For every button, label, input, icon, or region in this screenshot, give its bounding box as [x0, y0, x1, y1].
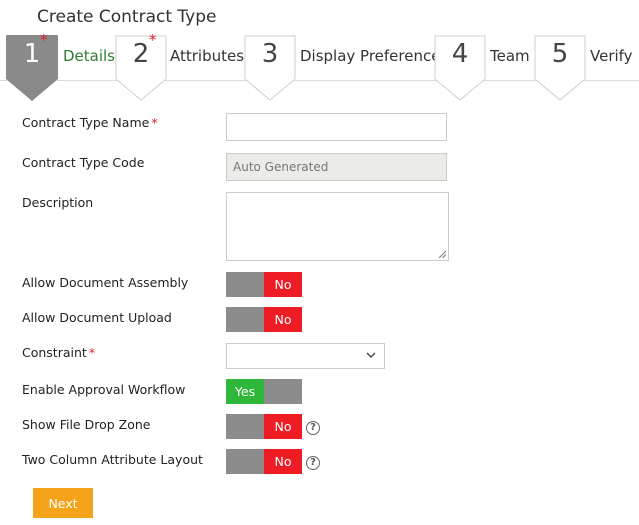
step-2-number: 2	[132, 39, 150, 69]
constraint-select[interactable]	[226, 343, 385, 369]
toggle-knob	[226, 449, 264, 474]
wizard-steps: 1 * Details 2 * Attributes 3 Display Pre…	[0, 31, 639, 103]
toggle-knob	[226, 307, 264, 332]
toggle-state: No	[264, 307, 302, 332]
toggle-knob	[226, 414, 264, 439]
allow-document-assembly-toggle[interactable]: No	[226, 272, 302, 297]
contract-type-code-field: Auto Generated	[226, 153, 447, 181]
contract-type-code-label: Contract Type Code	[22, 155, 145, 170]
step-4-label[interactable]: Team	[490, 47, 530, 65]
enable-approval-workflow-label: Enable Approval Workflow	[22, 382, 186, 397]
contract-type-name-label: Contract Type Name *	[22, 115, 158, 130]
two-column-attribute-layout-toggle[interactable]: No	[226, 449, 302, 474]
step-2-required-mark: *	[149, 31, 157, 49]
resize-grip-icon[interactable]	[439, 251, 446, 258]
step-1-label[interactable]: Details	[63, 47, 115, 65]
step-3-badge[interactable]: 3	[244, 35, 296, 101]
toggle-knob	[264, 379, 302, 404]
toggle-state: No	[264, 272, 302, 297]
toggle-state: No	[264, 414, 302, 439]
show-file-drop-zone-label: Show File Drop Zone	[22, 417, 151, 432]
enable-approval-workflow-toggle[interactable]: Yes	[226, 379, 302, 404]
help-icon[interactable]: ?	[306, 421, 320, 435]
chevron-down-icon	[366, 352, 376, 358]
page-title: Create Contract Type	[37, 7, 217, 27]
description-label: Description	[22, 195, 94, 210]
constraint-label-text: Constraint	[22, 345, 87, 360]
show-file-drop-zone-toggle[interactable]: No	[226, 414, 302, 439]
allow-document-upload-toggle[interactable]: No	[226, 307, 302, 332]
step-2-badge[interactable]: 2 *	[115, 31, 167, 101]
step-3-label[interactable]: Display Preference	[300, 47, 440, 65]
next-button[interactable]: Next	[33, 488, 93, 518]
step-3-number: 3	[261, 39, 279, 69]
two-column-attribute-layout-label: Two Column Attribute Layout	[22, 452, 203, 467]
help-icon[interactable]: ?	[306, 456, 320, 470]
allow-document-assembly-label: Allow Document Assembly	[22, 275, 189, 290]
step-2-label[interactable]: Attributes	[170, 47, 244, 65]
toggle-state: Yes	[226, 379, 264, 404]
step-4-number: 4	[451, 39, 469, 69]
contract-type-name-input[interactable]	[226, 113, 447, 141]
step-5-label[interactable]: Verify	[590, 47, 633, 65]
toggle-state: No	[264, 449, 302, 474]
required-mark: *	[88, 345, 96, 360]
description-textarea[interactable]	[226, 192, 449, 261]
step-1-badge[interactable]: 1 *	[6, 31, 58, 101]
step-5-badge[interactable]: 5	[534, 35, 586, 101]
required-mark: *	[151, 115, 158, 130]
step-1-required-mark: *	[40, 31, 48, 49]
step-4-badge[interactable]: 4	[434, 35, 486, 101]
allow-document-upload-label: Allow Document Upload	[22, 310, 172, 325]
step-1-number: 1	[23, 39, 41, 69]
toggle-knob	[226, 272, 264, 297]
constraint-label: Constraint *	[22, 345, 95, 360]
step-5-number: 5	[551, 39, 569, 69]
contract-type-name-label-text: Contract Type Name	[22, 115, 150, 130]
